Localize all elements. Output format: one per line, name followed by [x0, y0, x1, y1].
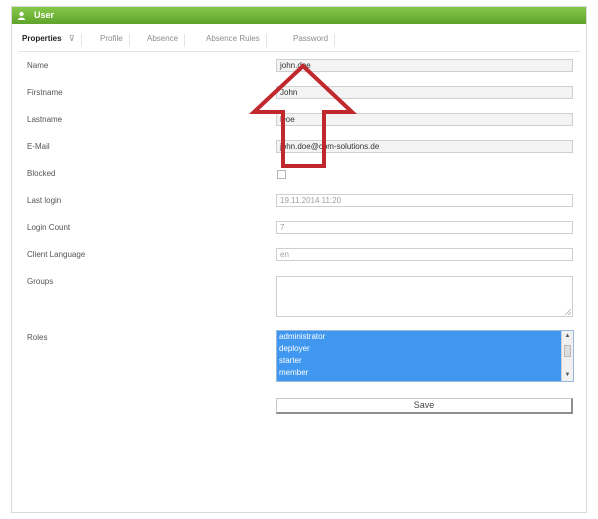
annotation-arrow-icon	[248, 63, 358, 168]
